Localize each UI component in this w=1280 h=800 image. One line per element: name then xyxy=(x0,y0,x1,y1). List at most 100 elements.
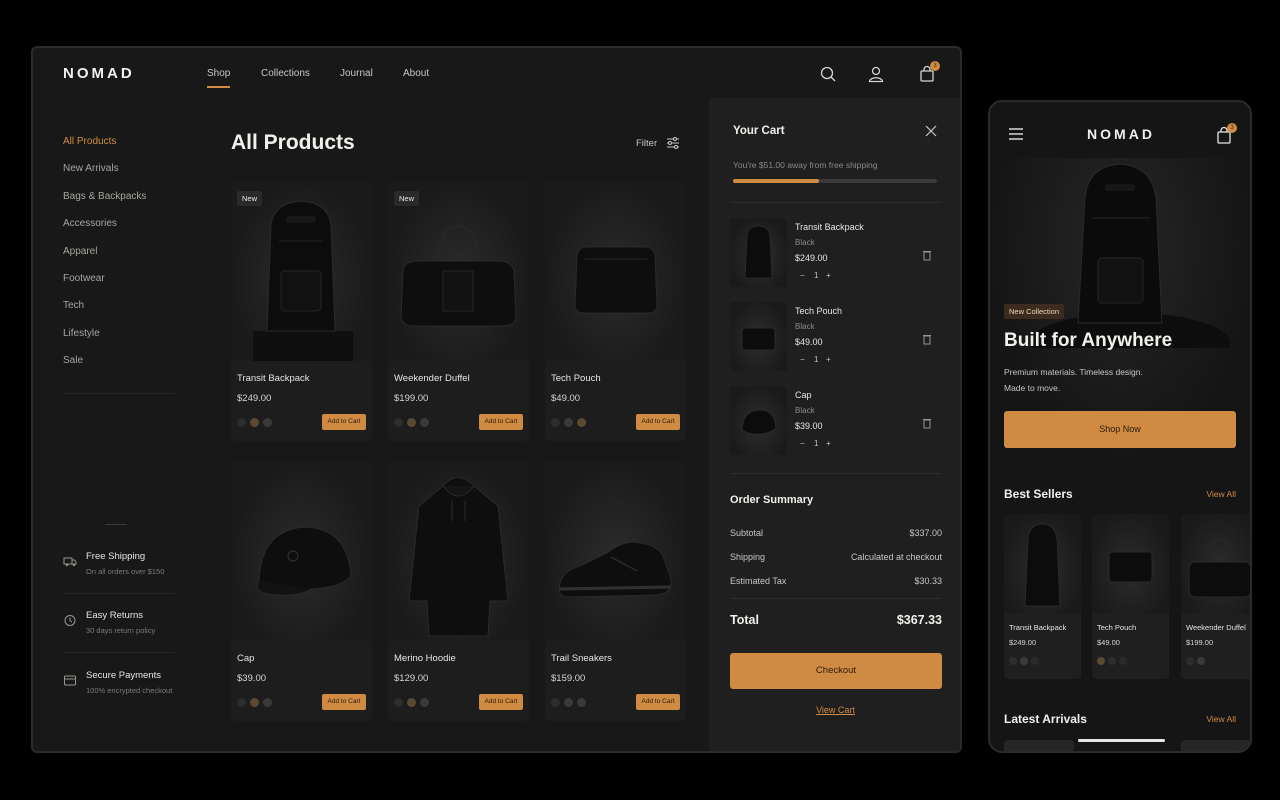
color-swatch[interactable] xyxy=(1097,657,1105,665)
product-card[interactable]: Tech Pouch $49.00 Add to Cart xyxy=(545,181,686,441)
category-apparel[interactable]: Apparel xyxy=(63,246,193,273)
color-swatch[interactable] xyxy=(1119,657,1127,665)
product-image[interactable] xyxy=(388,181,529,361)
product-image[interactable] xyxy=(388,461,529,641)
color-swatch[interactable] xyxy=(250,698,259,707)
product-card[interactable]: New Transit Backpack $249.00 Add to Cart xyxy=(231,181,372,441)
color-swatch[interactable] xyxy=(237,698,246,707)
product-name[interactable]: Transit Backpack xyxy=(237,373,310,384)
product-image[interactable] xyxy=(231,461,372,641)
latest-arrival-card[interactable] xyxy=(1004,740,1074,751)
qty-decrease-button[interactable]: − xyxy=(800,271,805,280)
product-name[interactable]: Tech Pouch xyxy=(551,373,601,384)
color-swatch[interactable] xyxy=(250,418,259,427)
trash-icon[interactable] xyxy=(922,333,932,345)
nav-collections[interactable]: Collections xyxy=(261,68,310,79)
category-new-arrivals[interactable]: New Arrivals xyxy=(63,163,193,190)
color-swatch[interactable] xyxy=(237,418,246,427)
color-swatch[interactable] xyxy=(263,698,272,707)
color-swatch[interactable] xyxy=(407,418,416,427)
nav-journal[interactable]: Journal xyxy=(340,68,373,79)
category-all-products[interactable]: All Products xyxy=(63,136,193,163)
product-image[interactable] xyxy=(1181,514,1250,614)
trash-icon[interactable] xyxy=(922,417,932,429)
category-bags-backpacks[interactable]: Bags & Backpacks xyxy=(63,191,193,218)
category-sale[interactable]: Sale xyxy=(63,355,193,382)
product-card[interactable]: Merino Hoodie $129.00 Add to Cart xyxy=(388,461,529,721)
add-to-cart-button[interactable]: Add to Cart xyxy=(322,414,366,430)
product-name[interactable]: Cap xyxy=(237,653,254,664)
color-swatch[interactable] xyxy=(564,698,573,707)
add-to-cart-button[interactable]: Add to Cart xyxy=(479,414,523,430)
product-name[interactable]: Weekender Duffel xyxy=(1186,623,1246,632)
checkout-button[interactable]: Checkout xyxy=(730,653,942,689)
filter-button[interactable]: Filter xyxy=(636,138,657,149)
add-to-cart-button[interactable]: Add to Cart xyxy=(479,694,523,710)
mobile-brand-logo[interactable]: NOMAD xyxy=(990,126,1250,142)
add-to-cart-button[interactable]: Add to Cart xyxy=(636,414,680,430)
shop-now-button[interactable]: Shop Now xyxy=(1004,411,1236,448)
new-badge: New xyxy=(237,191,263,206)
color-swatch[interactable] xyxy=(551,698,560,707)
close-icon[interactable] xyxy=(925,125,937,137)
product-card[interactable]: Weekender Duffel $199.00 xyxy=(1181,514,1250,679)
product-name[interactable]: Weekender Duffel xyxy=(394,373,470,384)
brand-logo[interactable]: NOMAD xyxy=(63,65,135,82)
nav-shop[interactable]: Shop xyxy=(207,68,230,79)
nav-about[interactable]: About xyxy=(403,68,429,79)
color-swatch[interactable] xyxy=(577,698,586,707)
color-swatch[interactable] xyxy=(577,418,586,427)
product-card[interactable]: Transit Backpack $249.00 xyxy=(1004,514,1081,679)
view-cart-link[interactable]: View Cart xyxy=(709,705,960,715)
product-name[interactable]: Merino Hoodie xyxy=(394,653,456,664)
product-name[interactable]: Transit Backpack xyxy=(1009,623,1066,632)
hoodie-icon xyxy=(408,477,509,637)
qty-increase-button[interactable]: + xyxy=(826,355,831,364)
trash-icon[interactable] xyxy=(922,249,932,261)
search-icon[interactable] xyxy=(818,64,838,84)
category-lifestyle[interactable]: Lifestyle xyxy=(63,328,193,355)
color-swatch[interactable] xyxy=(1020,657,1028,665)
color-swatch[interactable] xyxy=(1208,657,1216,665)
best-sellers-view-all-link[interactable]: View All xyxy=(1206,489,1236,499)
product-image[interactable] xyxy=(545,461,686,641)
color-swatch[interactable] xyxy=(394,418,403,427)
product-card[interactable]: Tech Pouch $49.00 xyxy=(1092,514,1169,679)
product-image[interactable] xyxy=(545,181,686,361)
qty-increase-button[interactable]: + xyxy=(826,439,831,448)
user-icon[interactable] xyxy=(866,64,886,84)
product-image[interactable] xyxy=(231,181,372,361)
category-accessories[interactable]: Accessories xyxy=(63,218,193,245)
filter-icon[interactable] xyxy=(666,137,680,149)
color-swatch[interactable] xyxy=(551,418,560,427)
card-icon xyxy=(64,675,76,686)
latest-arrival-card[interactable] xyxy=(1181,740,1250,751)
color-swatch[interactable] xyxy=(564,418,573,427)
product-image[interactable] xyxy=(1092,514,1169,614)
latest-arrivals-view-all-link[interactable]: View All xyxy=(1206,714,1236,724)
product-name[interactable]: Trail Sneakers xyxy=(551,653,612,664)
qty-decrease-button[interactable]: − xyxy=(800,439,805,448)
qty-increase-button[interactable]: + xyxy=(826,271,831,280)
color-swatch[interactable] xyxy=(1197,657,1205,665)
color-swatch[interactable] xyxy=(394,698,403,707)
color-swatch[interactable] xyxy=(420,418,429,427)
category-tech[interactable]: Tech xyxy=(63,300,193,327)
color-swatch[interactable] xyxy=(1009,657,1017,665)
color-swatch[interactable] xyxy=(1031,657,1039,665)
product-price: $129.00 xyxy=(394,673,429,684)
color-swatch[interactable] xyxy=(1108,657,1116,665)
product-card[interactable]: New Weekender Duffel $199.00 Add to Cart xyxy=(388,181,529,441)
product-card[interactable]: Cap $39.00 Add to Cart xyxy=(231,461,372,721)
color-swatch[interactable] xyxy=(263,418,272,427)
product-image[interactable] xyxy=(1004,514,1081,614)
add-to-cart-button[interactable]: Add to Cart xyxy=(636,694,680,710)
qty-decrease-button[interactable]: − xyxy=(800,355,805,364)
category-footwear[interactable]: Footwear xyxy=(63,273,193,300)
add-to-cart-button[interactable]: Add to Cart xyxy=(322,694,366,710)
color-swatch[interactable] xyxy=(407,698,416,707)
color-swatch[interactable] xyxy=(1186,657,1194,665)
product-card[interactable]: Trail Sneakers $159.00 Add to Cart xyxy=(545,461,686,721)
product-name[interactable]: Tech Pouch xyxy=(1097,623,1136,632)
color-swatch[interactable] xyxy=(420,698,429,707)
